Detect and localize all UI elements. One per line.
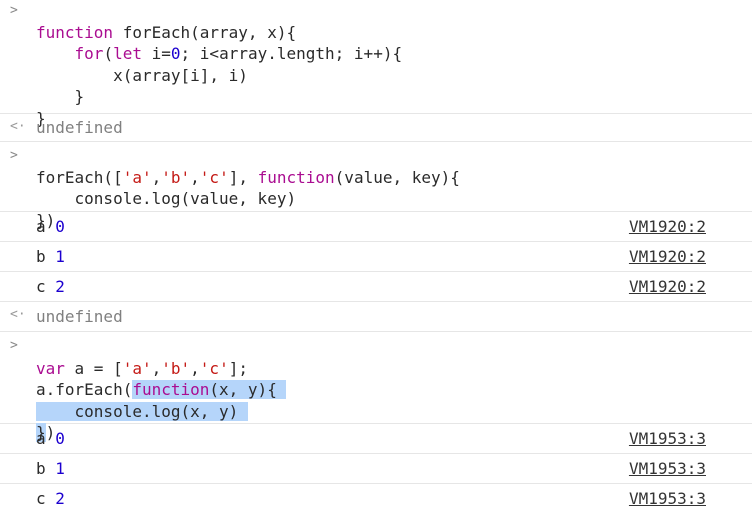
log-message: a 0 [36, 429, 65, 449]
keyword: let [113, 44, 142, 63]
code-text: ]; [228, 358, 248, 378]
string-literal: 'c' [199, 358, 229, 378]
console-input-entry[interactable]: > function forEach(array, x){ for(let i=… [0, 0, 752, 128]
result-arrow-icon: <· [10, 307, 26, 322]
code-text: forEach(array, x){ [113, 22, 297, 42]
code-text: ( [103, 44, 114, 63]
log-key: b [36, 247, 46, 266]
log-message: b 1 [36, 247, 65, 267]
code-line: var a = ['a','b','c']; [36, 358, 286, 380]
text-selection: console.log(x, y) [36, 401, 248, 421]
log-message: a 0 [36, 217, 65, 237]
keyword: for [74, 44, 104, 63]
log-key: a [36, 429, 46, 448]
string-literal: 'a' [122, 358, 152, 378]
code-text: } [74, 87, 85, 106]
code-line: x(array[i], i) [36, 65, 402, 87]
log-key: a [36, 217, 46, 236]
devtools-console: > function forEach(array, x){ for(let i=… [0, 0, 752, 510]
code-text: , [151, 167, 162, 187]
log-value: 0 [55, 429, 65, 448]
string-literal: 'a' [122, 167, 152, 187]
code-text: , [151, 358, 162, 378]
source-link[interactable]: VM1920:2 [629, 277, 706, 297]
code-text: console.log(x, y) [74, 401, 239, 421]
code-text: , [190, 167, 200, 187]
keyword: function [36, 22, 114, 42]
code-text: a.forEach( [36, 380, 133, 399]
prompt-chevron-icon: > [10, 338, 18, 353]
source-link[interactable]: VM1953:3 [629, 489, 706, 509]
log-row: b 1 VM1920:2 [0, 242, 752, 272]
log-message: c 2 [36, 277, 65, 297]
log-row: c 2 VM1920:2 [0, 272, 752, 302]
log-key: c [36, 489, 46, 508]
string-literal: 'c' [199, 167, 229, 187]
console-result-entry: <· undefined [0, 302, 752, 332]
source-link[interactable]: VM1953:3 [629, 459, 706, 479]
source-link[interactable]: VM1920:2 [629, 217, 706, 237]
prompt-chevron-icon: > [10, 148, 18, 163]
log-row: a 0 VM1953:3 [0, 424, 752, 454]
console-input-entry[interactable]: > var a = ['a','b','c']; a.forEach(functi… [0, 332, 752, 442]
number-literal: 0 [170, 44, 181, 63]
log-value: 2 [55, 489, 65, 508]
code-line: } [36, 86, 402, 108]
prompt-chevron-icon: > [10, 3, 18, 18]
log-value: 0 [55, 217, 65, 236]
source-link[interactable]: VM1953:3 [629, 429, 706, 449]
code-text: (value, key){ [334, 167, 460, 187]
log-key: b [36, 459, 46, 478]
code-line: function forEach(array, x){ [36, 22, 402, 44]
code-text: x(array[i], i) [113, 65, 248, 85]
code-line: console.log(x, y) [36, 401, 286, 423]
log-message: b 1 [36, 459, 65, 479]
text-selection: function(x, y){ [132, 380, 287, 399]
code-line: forEach(['a','b','c'], function(value, k… [36, 167, 460, 189]
log-row: b 1 VM1953:3 [0, 454, 752, 484]
keyword: function [132, 380, 210, 399]
code-text: , [190, 358, 200, 378]
console-result-entry: <· undefined [0, 114, 752, 142]
string-literal: 'b' [161, 358, 191, 378]
code-line: console.log(value, key) [36, 188, 460, 210]
code-text: i= [141, 44, 171, 63]
console-input-entry[interactable]: > forEach(['a','b','c'], function(value,… [0, 142, 752, 230]
result-value: undefined [36, 118, 123, 137]
code-text: a = [ [64, 358, 123, 378]
log-value: 2 [55, 277, 65, 296]
keyword: function [257, 167, 335, 187]
log-message: c 2 [36, 489, 65, 509]
code-text: console.log(value, key) [74, 189, 297, 208]
log-key: c [36, 277, 46, 296]
code-line: a.forEach(function(x, y){ [36, 379, 287, 401]
code-line: for(let i=0; i<array.length; i++){ [36, 43, 403, 65]
log-value: 1 [55, 459, 65, 478]
string-literal: 'b' [161, 167, 191, 187]
log-value: 1 [55, 247, 65, 266]
source-link[interactable]: VM1920:2 [629, 247, 706, 267]
result-arrow-icon: <· [10, 119, 26, 134]
result-value: undefined [36, 307, 123, 326]
log-row: a 0 VM1920:2 [0, 212, 752, 242]
code-text: (x, y){ [209, 380, 277, 399]
code-text: ], [228, 167, 258, 187]
code-text: forEach([ [36, 167, 123, 187]
keyword: var [36, 358, 65, 378]
code-text: ; i<array.length; i++){ [180, 44, 403, 63]
